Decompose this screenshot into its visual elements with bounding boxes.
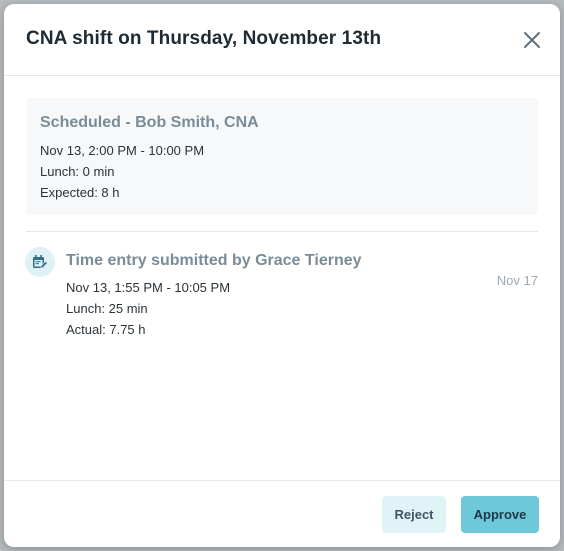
reject-button[interactable]: Reject: [382, 496, 446, 533]
close-button[interactable]: [522, 30, 542, 50]
scheduled-time: Nov 13, 2:00 PM - 10:00 PM: [40, 143, 205, 158]
time-entry-actual: Actual: 7.75 h: [66, 322, 146, 337]
modal-footer: Reject Approve: [4, 480, 560, 547]
time-entry-date: Nov 17: [496, 273, 538, 288]
time-entry-time: Nov 13, 1:55 PM - 10:05 PM: [66, 280, 231, 295]
scheduled-card: Scheduled - Bob Smith, CNA Nov 13, 2:00 …: [26, 98, 538, 215]
scheduled-expected: Expected: 8 h: [40, 185, 120, 200]
scheduled-heading: Scheduled - Bob Smith, CNA: [40, 114, 259, 131]
time-entry-heading: Time entry submitted by Grace Tierney: [66, 252, 362, 269]
scheduled-lunch: Lunch: 0 min: [40, 164, 115, 179]
modal-header: CNA shift on Thursday, November 13th: [4, 4, 560, 76]
section-divider: [26, 231, 538, 232]
modal-title: CNA shift on Thursday, November 13th: [26, 28, 382, 49]
approve-button[interactable]: Approve: [461, 496, 539, 533]
close-icon: [524, 32, 540, 48]
edit-calendar-icon: [33, 255, 48, 268]
time-entry-icon-badge: [25, 247, 55, 277]
shift-modal: CNA shift on Thursday, November 13th Sch…: [4, 4, 560, 547]
time-entry-lunch: Lunch: 25 min: [66, 301, 148, 316]
